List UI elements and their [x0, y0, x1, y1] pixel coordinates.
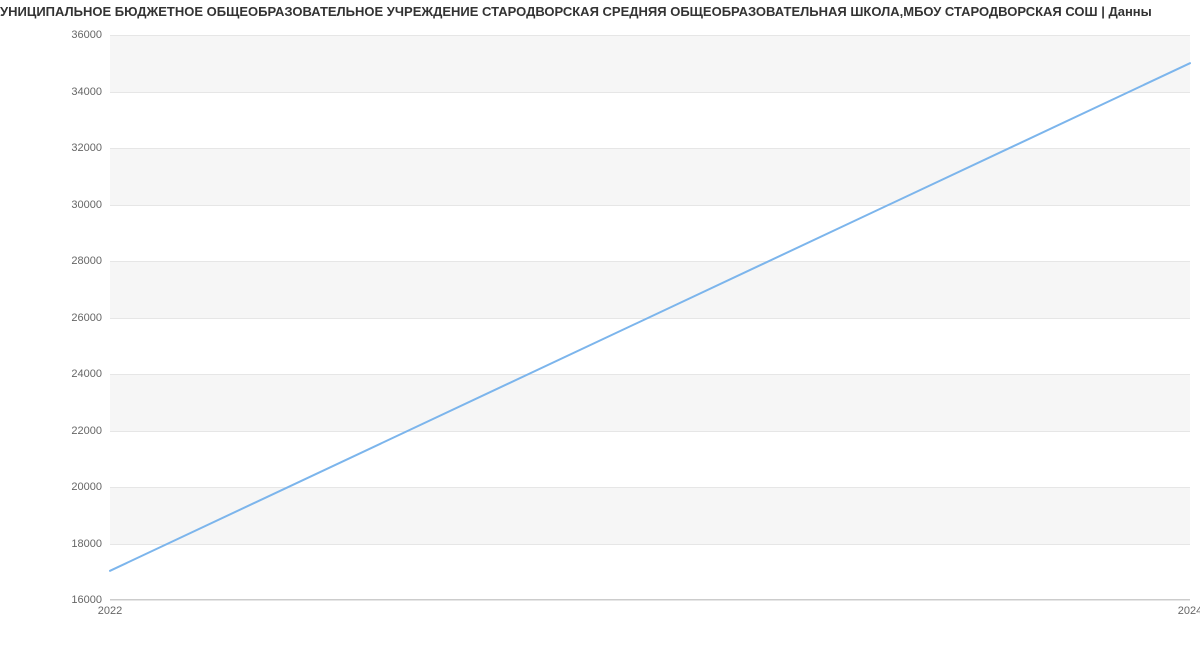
- plot-area: 1600018000200002200024000260002800030000…: [110, 35, 1190, 600]
- y-tick-label: 36000: [71, 29, 102, 41]
- y-tick-label: 24000: [71, 368, 102, 380]
- y-tick-label: 26000: [71, 312, 102, 324]
- y-tick-label: 18000: [71, 538, 102, 550]
- y-tick-label: 22000: [71, 425, 102, 437]
- chart-title: УНИЦИПАЛЬНОЕ БЮДЖЕТНОЕ ОБЩЕОБРАЗОВАТЕЛЬН…: [0, 4, 1200, 19]
- y-tick-label: 28000: [71, 255, 102, 267]
- chart-container: УНИЦИПАЛЬНОЕ БЮДЖЕТНОЕ ОБЩЕОБРАЗОВАТЕЛЬН…: [0, 0, 1200, 650]
- y-tick-label: 32000: [71, 142, 102, 154]
- y-tick-label: 30000: [71, 199, 102, 211]
- y-tick-label: 34000: [71, 86, 102, 98]
- x-tick-label: 2024: [1178, 605, 1200, 617]
- grid-line: [110, 600, 1190, 601]
- line-series: [110, 35, 1190, 599]
- y-tick-label: 20000: [71, 481, 102, 493]
- x-tick-label: 2022: [98, 605, 122, 617]
